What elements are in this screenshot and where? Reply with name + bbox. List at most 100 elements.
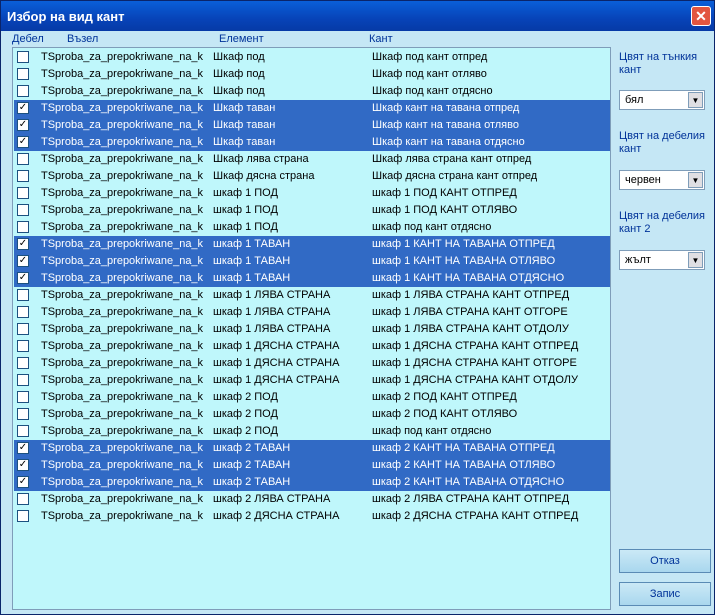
table-row[interactable]: TSproba_za_prepokriwane_na_ka Шкаф под Шка…: [14, 66, 610, 83]
column-header-vazel[interactable]: Възел: [67, 31, 98, 47]
row-element: шкаф 1 ПОД: [213, 204, 278, 216]
column-header-debel[interactable]: Дебел: [12, 31, 44, 47]
table-row[interactable]: TSproba_za_prepokriwane_na_ka шкаф 1 ПОД ш…: [14, 202, 610, 219]
table-row[interactable]: ✓ TSproba_za_prepokriwane_na_ka шкаф 2 ТАВ…: [14, 440, 610, 457]
thin-edge-color-select[interactable]: бял ▼: [619, 90, 705, 110]
row-checkbox[interactable]: ✓: [17, 442, 29, 454]
check-icon: ✓: [18, 442, 28, 453]
table-row[interactable]: ✓ TSproba_za_prepokriwane_na_ka Шкаф таван…: [14, 100, 610, 117]
table-row[interactable]: TSproba_za_prepokriwane_na_ka шкаф 1 ДЯСН…: [14, 338, 610, 355]
table-row[interactable]: TSproba_za_prepokriwane_na_ka Шкаф лява с…: [14, 151, 610, 168]
row-element: шкаф 2 ТАВАН: [213, 476, 291, 488]
row-node: TSproba_za_prepokriwane_na_ka: [41, 510, 203, 522]
table-row[interactable]: TSproba_za_prepokriwane_na_ka шкаф 1 ПОД ш…: [14, 219, 610, 236]
cancel-button[interactable]: Отказ: [619, 549, 711, 573]
row-edge: шкаф 1 ЛЯВА СТРАНА КАНТ ОТДОЛУ: [372, 323, 569, 335]
table-row[interactable]: TSproba_za_prepokriwane_na_ka шкаф 1 ЛЯВА…: [14, 321, 610, 338]
row-element: шкаф 1 ДЯСНА СТРАНА: [213, 357, 340, 369]
row-element: шкаф 1 ДЯСНА СТРАНА: [213, 374, 340, 386]
row-node: TSproba_za_prepokriwane_na_ka: [41, 255, 203, 267]
row-node: TSproba_za_prepokriwane_na_ka: [41, 391, 203, 403]
table-row[interactable]: ✓ TSproba_za_prepokriwane_na_ka шкаф 2 ТАВ…: [14, 474, 610, 491]
row-element: шкаф 1 ЛЯВА СТРАНА: [213, 323, 331, 335]
row-node: TSproba_za_prepokriwane_na_ka: [41, 85, 203, 97]
table-row[interactable]: TSproba_za_prepokriwane_na_ka Шкаф под Шка…: [14, 83, 610, 100]
table-row[interactable]: TSproba_za_prepokriwane_na_ka шкаф 1 ЛЯВА…: [14, 287, 610, 304]
row-checkbox[interactable]: [17, 306, 29, 318]
table-row[interactable]: ✓ TSproba_za_prepokriwane_na_ka шкаф 1 ТАВ…: [14, 236, 610, 253]
table-row[interactable]: TSproba_za_prepokriwane_na_ka шкаф 1 ЛЯВА…: [14, 304, 610, 321]
table-row[interactable]: TSproba_za_prepokriwane_na_ka Шкаф под Шка…: [14, 49, 610, 66]
table-row[interactable]: ✓ TSproba_za_prepokriwane_na_ka шкаф 2 ТАВ…: [14, 457, 610, 474]
table-row[interactable]: TSproba_za_prepokriwane_na_ka шкаф 1 ДЯСН…: [14, 372, 610, 389]
row-node: TSproba_za_prepokriwane_na_ka: [41, 119, 203, 131]
table-row[interactable]: TSproba_za_prepokriwane_na_ka шкаф 2 ДЯСН…: [14, 508, 610, 525]
row-checkbox[interactable]: [17, 85, 29, 97]
row-checkbox[interactable]: [17, 374, 29, 386]
row-element: Шкаф под: [213, 51, 265, 63]
row-edge: шкаф 2 ПОД КАНТ ОТПРЕД: [372, 391, 517, 403]
column-header-element[interactable]: Елемент: [219, 31, 264, 47]
chevron-down-icon[interactable]: ▼: [688, 92, 703, 108]
row-node: TSproba_za_prepokriwane_na_ka: [41, 493, 203, 505]
row-checkbox[interactable]: [17, 340, 29, 352]
table-row[interactable]: TSproba_za_prepokriwane_na_ka шкаф 2 ЛЯВА…: [14, 491, 610, 508]
row-checkbox[interactable]: [17, 425, 29, 437]
row-checkbox[interactable]: [17, 289, 29, 301]
chevron-down-icon[interactable]: ▼: [688, 172, 703, 188]
thick-edge-2-color-label: Цвят на дебелия кант 2: [619, 210, 706, 235]
table-row[interactable]: ✓ TSproba_za_prepokriwane_na_ka Шкаф таван…: [14, 134, 610, 151]
row-node: TSproba_za_prepokriwane_na_ka: [41, 204, 203, 216]
row-node: TSproba_za_prepokriwane_na_ka: [41, 68, 203, 80]
row-edge: шкаф 2 КАНТ НА ТАВАНА ОТДЯСНО: [372, 476, 565, 488]
table-row[interactable]: ✓ TSproba_za_prepokriwane_na_ka шкаф 1 ТАВ…: [14, 253, 610, 270]
row-element: Шкаф таван: [213, 136, 276, 148]
row-checkbox[interactable]: [17, 357, 29, 369]
row-checkbox[interactable]: [17, 204, 29, 216]
row-checkbox[interactable]: [17, 221, 29, 233]
row-checkbox[interactable]: [17, 391, 29, 403]
chevron-down-icon[interactable]: ▼: [688, 252, 703, 268]
save-button[interactable]: Запис: [619, 582, 711, 606]
table-row[interactable]: TSproba_za_prepokriwane_na_ka шкаф 2 ПОД ш…: [14, 423, 610, 440]
row-node: TSproba_za_prepokriwane_na_ka: [41, 221, 203, 233]
row-edge: Шкаф под кант отпред: [372, 51, 488, 63]
row-element: Шкаф под: [213, 85, 265, 97]
thick-edge-color-select[interactable]: червен ▼: [619, 170, 705, 190]
row-checkbox[interactable]: ✓: [17, 476, 29, 488]
row-checkbox[interactable]: [17, 51, 29, 63]
row-checkbox[interactable]: [17, 170, 29, 182]
row-checkbox[interactable]: ✓: [17, 255, 29, 267]
close-button[interactable]: ✕: [691, 6, 711, 26]
row-checkbox[interactable]: [17, 408, 29, 420]
table-row[interactable]: ✓ TSproba_za_prepokriwane_na_ka шкаф 1 ТАВ…: [14, 270, 610, 287]
edge-list[interactable]: TSproba_za_prepokriwane_na_ka Шкаф под Шка…: [12, 47, 611, 610]
table-row[interactable]: TSproba_za_prepokriwane_na_ka Шкаф дясна …: [14, 168, 610, 185]
row-checkbox[interactable]: ✓: [17, 272, 29, 284]
row-checkbox[interactable]: [17, 68, 29, 80]
thick-edge-2-color-select[interactable]: жълт ▼: [619, 250, 705, 270]
row-checkbox[interactable]: [17, 493, 29, 505]
table-row[interactable]: TSproba_za_prepokriwane_na_ka шкаф 2 ПОД ш…: [14, 406, 610, 423]
table-row[interactable]: ✓ TSproba_za_prepokriwane_na_ka Шкаф таван…: [14, 117, 610, 134]
row-element: шкаф 2 ТАВАН: [213, 459, 291, 471]
row-checkbox[interactable]: [17, 153, 29, 165]
row-checkbox[interactable]: ✓: [17, 459, 29, 471]
row-checkbox[interactable]: [17, 187, 29, 199]
check-icon: ✓: [18, 476, 28, 487]
row-edge: шкаф 2 КАНТ НА ТАВАНА ОТПРЕД: [372, 442, 555, 454]
row-node: TSproba_za_prepokriwane_na_ka: [41, 357, 203, 369]
row-checkbox[interactable]: [17, 510, 29, 522]
table-row[interactable]: TSproba_za_prepokriwane_na_ka шкаф 2 ПОД ш…: [14, 389, 610, 406]
row-checkbox[interactable]: ✓: [17, 119, 29, 131]
row-edge: шкаф 1 ДЯСНА СТРАНА КАНТ ОТДОЛУ: [372, 374, 578, 386]
column-header-kant[interactable]: Кант: [369, 31, 393, 47]
row-checkbox[interactable]: [17, 323, 29, 335]
row-checkbox[interactable]: ✓: [17, 238, 29, 250]
row-edge: шкаф 2 ЛЯВА СТРАНА КАНТ ОТПРЕД: [372, 493, 570, 505]
row-checkbox[interactable]: ✓: [17, 102, 29, 114]
table-row[interactable]: TSproba_za_prepokriwane_na_ka шкаф 1 ДЯСН…: [14, 355, 610, 372]
row-node: TSproba_za_prepokriwane_na_ka: [41, 442, 203, 454]
table-row[interactable]: TSproba_za_prepokriwane_na_ka шкаф 1 ПОД ш…: [14, 185, 610, 202]
row-checkbox[interactable]: ✓: [17, 136, 29, 148]
